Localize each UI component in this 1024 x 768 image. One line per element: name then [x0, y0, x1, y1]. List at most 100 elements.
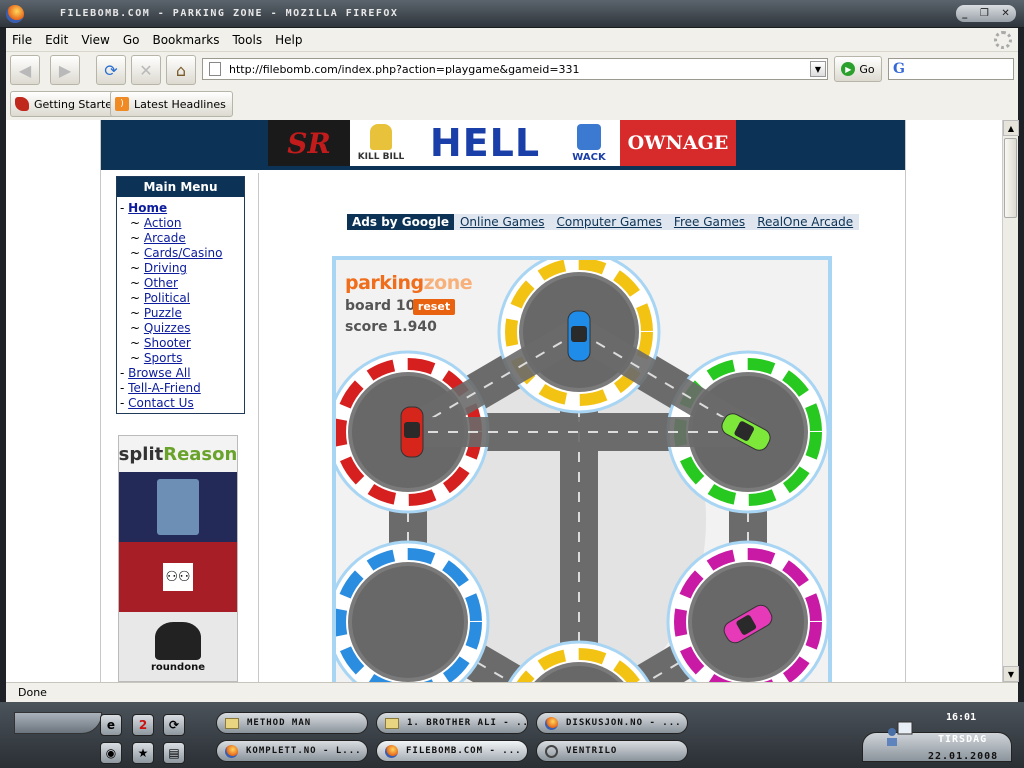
main-menu-item: - Tell-A-Friend: [120, 381, 244, 396]
scroll-up-icon[interactable]: ▲: [1003, 120, 1019, 136]
search-box[interactable]: G: [888, 58, 1014, 80]
main-menu-link[interactable]: Contact Us: [128, 396, 194, 410]
bookmark-getting-started[interactable]: Getting Started: [10, 91, 127, 117]
ql-two-icon[interactable]: 2: [132, 714, 154, 736]
menu-bullet: -: [120, 381, 129, 395]
go-button[interactable]: ▶ Go: [834, 56, 882, 82]
home-button[interactable]: ⌂: [166, 55, 196, 85]
menu-view[interactable]: View: [81, 33, 109, 47]
google-search-icon[interactable]: G: [893, 61, 905, 77]
wack-logo: WACK: [558, 120, 620, 166]
vertical-scrollbar[interactable]: ▲ ▼: [1002, 120, 1019, 682]
side-ad-2[interactable]: ⚇⚇: [119, 542, 237, 612]
url-dropdown-icon[interactable]: ▼: [810, 61, 826, 77]
penguin-icon: [370, 124, 392, 150]
forward-button[interactable]: ▶: [50, 55, 80, 85]
main-menu-link[interactable]: Political: [144, 291, 190, 305]
menu-bullet: -: [120, 201, 129, 215]
page-icon: [209, 62, 221, 76]
ad-link-free-games[interactable]: Free Games: [674, 215, 745, 229]
shirt-graphic-icon: [157, 479, 199, 535]
menu-bookmarks[interactable]: Bookmarks: [152, 33, 219, 47]
splitreason-logo[interactable]: split Reason: [119, 436, 237, 472]
main-menu-link[interactable]: Arcade: [144, 231, 186, 245]
task-brother-ali[interactable]: 1. BROTHER ALI - ...: [376, 712, 528, 734]
bookmarks-toolbar: Getting Started ) Latest Headlines: [6, 88, 1018, 118]
board-label: board 10: [345, 298, 416, 314]
side-ad-3[interactable]: roundone: [119, 612, 237, 681]
main-menu-item: ~ Shooter: [120, 336, 244, 351]
menu-bullet: ~: [130, 306, 144, 320]
parking-zone-game[interactable]: parkingzone board 10 reset score 1.940: [332, 256, 832, 682]
main-menu-link[interactable]: Browse All: [128, 366, 190, 380]
main-menu-link[interactable]: Tell-A-Friend: [128, 381, 201, 395]
network-tray-icon[interactable]: [884, 720, 916, 750]
menu-tools[interactable]: Tools: [233, 33, 263, 47]
address-bar[interactable]: ▼: [202, 58, 828, 80]
main-menu-link[interactable]: Driving: [144, 261, 187, 275]
bookmark-label: Getting Started: [34, 97, 120, 111]
clock-date[interactable]: 22.01.2008: [928, 751, 998, 762]
main-menu-link[interactable]: Sports: [144, 351, 182, 365]
ql-refresh-icon[interactable]: ⟳: [163, 714, 185, 736]
menu-edit[interactable]: Edit: [45, 33, 68, 47]
main-menu-item: - Browse All: [120, 366, 244, 381]
task-diskusjon[interactable]: DISKUSJON.NO - ...: [536, 712, 688, 734]
car-red[interactable]: [400, 406, 424, 458]
filebomb-page: SR KILL BILL HELL WACK OWNAGE Main Menu …: [100, 120, 906, 682]
bookmark-latest-headlines[interactable]: ) Latest Headlines: [110, 91, 233, 117]
left-sidebar: Main Menu - Home ~ Action ~ Arcade ~ Cards/…: [101, 173, 259, 682]
main-menu-link[interactable]: Home: [128, 201, 167, 215]
ql-ie-icon[interactable]: e: [100, 714, 122, 736]
back-button[interactable]: ◀: [10, 55, 40, 85]
page-viewport: SR KILL BILL HELL WACK OWNAGE Main Menu …: [6, 120, 1002, 682]
sponsor-banner[interactable]: SR KILL BILL HELL WACK OWNAGE: [268, 120, 736, 166]
main-menu-item: ~ Political: [120, 291, 244, 306]
kill-bill-logo: KILL BILL: [350, 120, 412, 166]
menu-go[interactable]: Go: [123, 33, 140, 47]
back-arrow-icon: ◀: [18, 60, 32, 80]
ql-star-icon[interactable]: ★: [132, 742, 154, 764]
main-menu-item: ~ Arcade: [120, 231, 244, 246]
bookmark-label: Latest Headlines: [134, 97, 226, 111]
navigation-toolbar: ◀ ▶ ⟳ ✕ ⌂ ▼ ▶ Go G: [6, 53, 1018, 87]
ql-firefox-icon[interactable]: ◉: [100, 742, 122, 764]
main-menu-item: ~ Sports: [120, 351, 244, 366]
ad-link-online-games[interactable]: Online Games: [460, 215, 545, 229]
main-menu-link[interactable]: Other: [144, 276, 178, 290]
main-menu-link[interactable]: Action: [144, 216, 182, 230]
ql-window-icon[interactable]: ▤: [163, 742, 185, 764]
home-icon: ⌂: [175, 60, 187, 80]
main-menu-link[interactable]: Quizzes: [144, 321, 191, 335]
car-blue[interactable]: [567, 310, 591, 362]
menu-file[interactable]: File: [12, 33, 32, 47]
main-menu-link[interactable]: Puzzle: [144, 306, 182, 320]
main-menu-link[interactable]: Cards/Casino: [144, 246, 223, 260]
main-menu-link[interactable]: Shooter: [144, 336, 191, 350]
task-method-man[interactable]: METHOD MAN: [216, 712, 368, 734]
firefox-icon: [6, 5, 24, 23]
maximize-icon[interactable]: ❐: [980, 8, 989, 19]
menu-help[interactable]: Help: [275, 33, 302, 47]
start-button[interactable]: [14, 712, 102, 734]
minimize-icon[interactable]: _: [962, 8, 967, 19]
menu-bullet: ~: [130, 216, 144, 230]
getting-started-icon: [15, 97, 29, 111]
ad-link-computer-games[interactable]: Computer Games: [556, 215, 661, 229]
taskbar: e 2 ⟳ ◉ ★ ▤ METHOD MAN 1. BROTHER ALI - …: [0, 702, 1024, 768]
reset-button[interactable]: reset: [413, 299, 455, 315]
stop-button[interactable]: ✕: [131, 55, 161, 85]
task-komplett[interactable]: KOMPLETT.NO - L...: [216, 740, 368, 762]
side-ad-1[interactable]: [119, 472, 237, 542]
stop-icon: ✕: [139, 60, 153, 80]
scroll-down-icon[interactable]: ▼: [1003, 666, 1019, 682]
task-ventrilo[interactable]: VENTRILO: [536, 740, 688, 762]
close-icon[interactable]: ✕: [1001, 8, 1009, 19]
url-input[interactable]: [229, 62, 809, 76]
task-filebomb[interactable]: FILEBOMB.COM - ...: [376, 740, 528, 762]
ad-link-realone-arcade[interactable]: RealOne Arcade: [757, 215, 853, 229]
scroll-thumb[interactable]: [1004, 138, 1017, 218]
main-menu: Main Menu - Home ~ Action ~ Arcade ~ Cards/…: [116, 176, 245, 414]
reload-button[interactable]: ⟳: [96, 55, 126, 85]
menu-bullet: ~: [130, 336, 144, 350]
